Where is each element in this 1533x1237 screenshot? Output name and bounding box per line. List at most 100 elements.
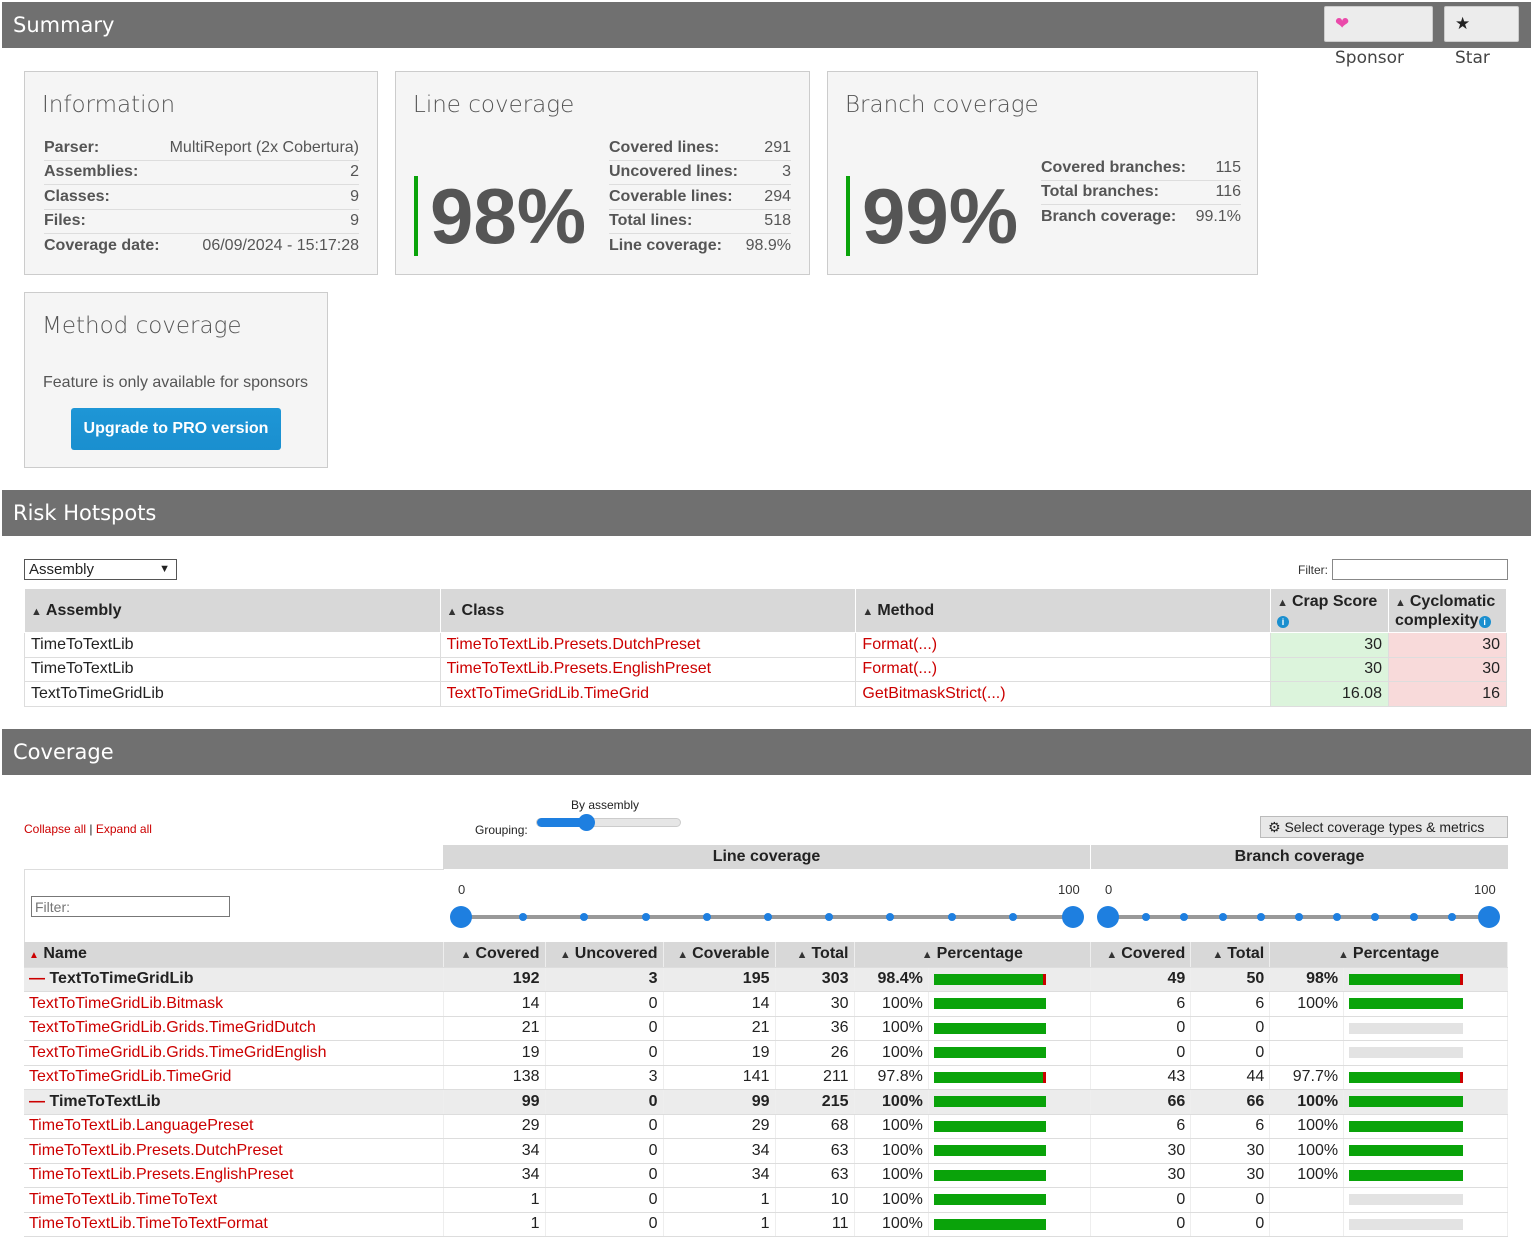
star-label: Star: [1455, 48, 1490, 68]
coverable-cell: 99: [663, 1089, 776, 1115]
col-branch-covered[interactable]: ▲ Covered: [1090, 942, 1192, 968]
name-cell[interactable]: TextToTimeGridLib.Bitmask: [24, 991, 444, 1017]
information-value: 9: [350, 212, 359, 230]
information-value: 06/09/2024 - 15:17:28: [202, 237, 359, 255]
col-coverable[interactable]: ▲ Coverable: [663, 942, 776, 968]
name-cell[interactable]: — TextToTimeGridLib: [24, 967, 444, 992]
pct-cell: 100%: [854, 1114, 929, 1139]
uncovered-bar-segment: [1042, 973, 1046, 985]
risk-hotspots-table: ▲︎ Assembly ▲︎ Class ▲︎ Method ▲︎ Crap Score…: [24, 588, 1508, 707]
collapse-icon[interactable]: —: [29, 970, 49, 987]
line-coverage-bar-cell: [928, 1212, 1092, 1237]
collapse-all-link[interactable]: Collapse all: [24, 822, 86, 836]
info-icon[interactable]: i: [1277, 615, 1290, 628]
uncovered-cell: 0: [545, 1040, 664, 1066]
line_coverage-key: Covered lines:: [609, 138, 720, 156]
bpct-cell: 98%: [1269, 967, 1345, 992]
coverage-filter-input[interactable]: [31, 896, 230, 917]
branch_coverage-row: Branch coverage: 99.1%: [1041, 205, 1241, 230]
line_coverage-row: Total lines: 518: [609, 210, 791, 234]
risk-hotspots-header: Risk Hotspots: [2, 490, 1531, 536]
risk-class-cell[interactable]: TextToTimeGridLib.TimeGrid: [439, 681, 857, 707]
col-assembly[interactable]: ▲︎ Assembly: [24, 588, 441, 633]
col-method[interactable]: ▲︎ Method: [855, 588, 1272, 633]
col-name[interactable]: ▲ Name: [24, 942, 444, 968]
risk-assembly-cell: TimeToTextLib: [24, 632, 441, 658]
coverage-title: Coverage: [13, 740, 114, 764]
bcovered-cell: 43: [1090, 1065, 1192, 1090]
name-cell[interactable]: TextToTimeGridLib.Grids.TimeGridEnglish: [24, 1040, 444, 1066]
risk-row: TextToTimeGridLib TextToTimeGridLib.TimeG…: [24, 681, 1508, 707]
bpct-cell: 100%: [1269, 1089, 1345, 1115]
line-slider-max-knob[interactable]: [1062, 906, 1084, 928]
slider-step-dot: [1180, 913, 1189, 921]
total-cell: 26: [775, 1040, 855, 1066]
col-cyclo-label-2: complexity: [1394, 611, 1479, 629]
name-cell[interactable]: TimeToTextLib.LanguagePreset: [24, 1114, 444, 1139]
branch-coverage-bar: [1349, 1096, 1464, 1108]
line-slider-min-knob[interactable]: [450, 906, 472, 928]
branch-coverage-bar-cell: [1343, 1187, 1508, 1213]
sort-icon: ▲︎: [31, 605, 42, 618]
col-covered[interactable]: ▲ Covered: [443, 942, 546, 968]
name-cell[interactable]: — TimeToTextLib: [24, 1089, 444, 1115]
risk-assembly-cell: TextToTimeGridLib: [24, 681, 441, 707]
risk-method-cell[interactable]: Format(...): [855, 656, 1272, 682]
risk-cyclo-cell: 30: [1387, 632, 1508, 658]
bpct-cell: 100%: [1269, 1163, 1345, 1188]
risk-method-cell[interactable]: GetBitmaskStrict(...): [855, 681, 1272, 707]
grouping-slider[interactable]: [536, 814, 681, 831]
expand-all-link[interactable]: Expand all: [96, 822, 152, 836]
upgrade-pro-button[interactable]: Upgrade to PRO version: [71, 408, 281, 450]
name-label: TimeToTextLib.LanguagePreset: [29, 1117, 254, 1135]
col-percentage[interactable]: ▲ Percentage: [854, 942, 1092, 968]
covered-cell: 99: [443, 1089, 546, 1115]
col-branch-percentage[interactable]: ▲ Percentage: [1269, 942, 1508, 968]
name-label: TextToTimeGridLib.Grids.TimeGridDutch: [29, 1019, 316, 1037]
sponsor-button[interactable]: ❤ Sponsor: [1324, 6, 1433, 68]
branch-slider-min-knob[interactable]: [1097, 906, 1119, 928]
bpct-cell: 100%: [1269, 1138, 1345, 1164]
branch-slider-max-knob[interactable]: [1478, 906, 1500, 928]
risk-class-cell[interactable]: TimeToTextLib.Presets.DutchPreset: [439, 632, 857, 658]
name-cell[interactable]: TimeToTextLib.TimeToTextFormat: [24, 1212, 444, 1237]
info-icon[interactable]: i: [1478, 615, 1491, 628]
name-label: TimeToTextLib.Presets.DutchPreset: [29, 1141, 283, 1159]
select-coverage-types-button[interactable]: ⚙ Select coverage types & metrics: [1260, 816, 1508, 838]
branch-coverage-bar-cell: [1343, 1065, 1508, 1090]
branch-coverage-bar: [1349, 1047, 1464, 1059]
col-branch-total[interactable]: ▲ Total: [1190, 942, 1271, 968]
name-cell[interactable]: TimeToTextLib.TimeToText: [24, 1187, 444, 1213]
name-cell[interactable]: TextToTimeGridLib.TimeGrid: [24, 1065, 444, 1090]
col-cyclomatic[interactable]: ▲︎ Cyclomatic complexity i: [1387, 588, 1508, 633]
risk-class-cell[interactable]: TimeToTextLib.Presets.EnglishPreset: [439, 656, 857, 682]
name-cell[interactable]: TimeToTextLib.Presets.EnglishPreset: [24, 1163, 444, 1188]
star-button[interactable]: ★ Star: [1444, 6, 1519, 68]
information-key: Coverage date:: [44, 237, 160, 255]
line-coverage-bar: [933, 1120, 1046, 1132]
col-total[interactable]: ▲ Total: [775, 942, 855, 968]
name-cell[interactable]: TextToTimeGridLib.Grids.TimeGridDutch: [24, 1016, 444, 1041]
risk-filter-input[interactable]: [1332, 559, 1508, 580]
line_coverage-key: Total lines:: [609, 212, 693, 230]
assembly-select[interactable]: Assembly ▼: [24, 559, 177, 580]
grouping-slider-knob[interactable]: [578, 814, 595, 831]
col-class[interactable]: ▲︎ Class: [439, 588, 857, 633]
total-cell: 10: [775, 1187, 855, 1213]
total-cell: 36: [775, 1016, 855, 1041]
name-cell[interactable]: TimeToTextLib.Presets.DutchPreset: [24, 1138, 444, 1164]
information-value: 9: [350, 187, 359, 205]
information-key: Assemblies:: [44, 163, 139, 181]
bpct-cell: [1269, 1212, 1345, 1237]
sponsor-note: Feature is only available for sponsors: [43, 374, 309, 391]
col-uncovered[interactable]: ▲ Uncovered: [545, 942, 664, 968]
col-crap-score[interactable]: ▲︎ Crap Score i: [1270, 588, 1389, 633]
btotal-cell: 50: [1190, 967, 1271, 992]
information-key: Parser:: [44, 138, 100, 156]
col-cyclo-label-1: Cyclomatic: [1409, 592, 1496, 610]
risk-method-cell[interactable]: Format(...): [855, 632, 1272, 658]
line-coverage-bar-cell: [928, 1065, 1092, 1090]
collapse-icon[interactable]: —: [29, 1093, 49, 1110]
risk-crap-cell: 16.08: [1270, 681, 1389, 707]
method-coverage-card: Method coverage Feature is only availabl…: [24, 292, 328, 468]
